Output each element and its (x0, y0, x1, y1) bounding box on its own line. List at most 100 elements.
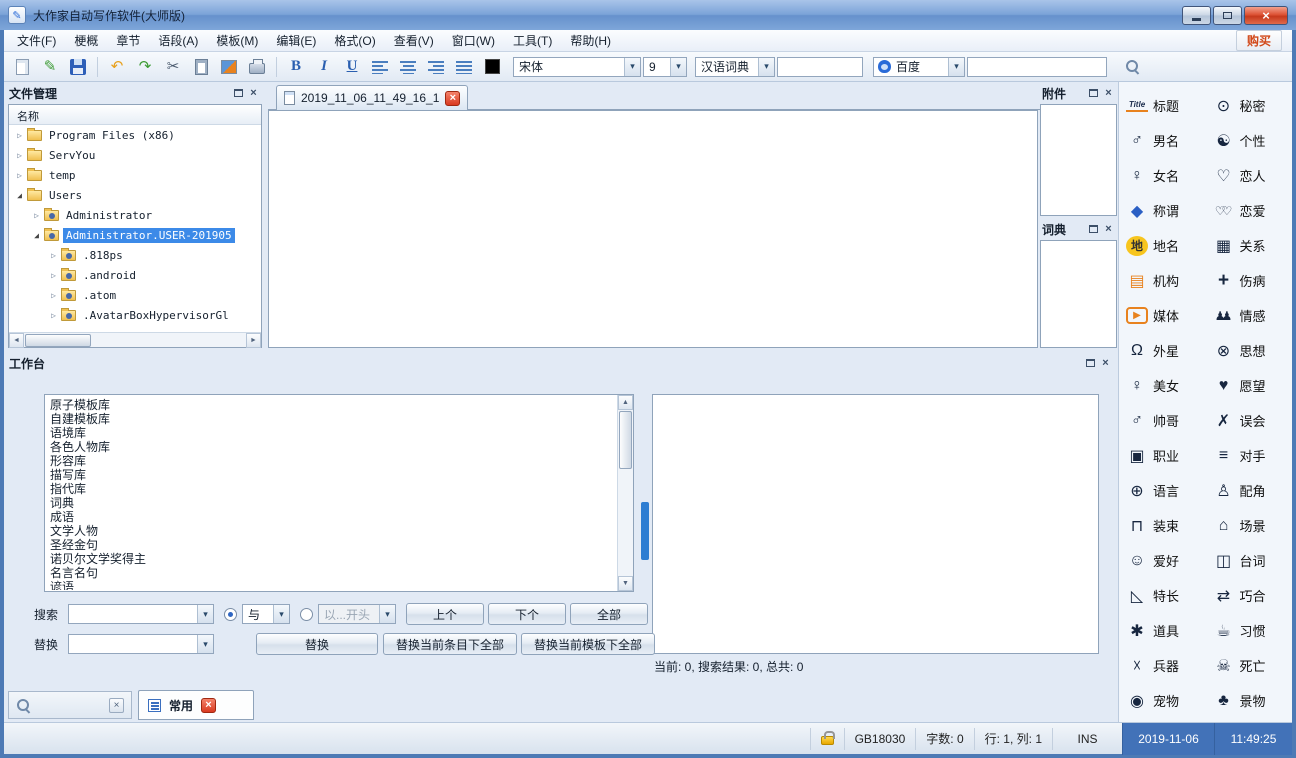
sidebar-item-relationship[interactable]: ▦关系 (1206, 228, 1293, 263)
tree-item[interactable]: ▷.AvatarBoxHypervisorGl (9, 305, 261, 325)
sidebar-item-title[interactable]: Title标题 (1119, 88, 1206, 123)
library-item[interactable]: 名言名句 (50, 566, 616, 580)
tree-item[interactable]: ◢Administrator.USER-201905 (9, 225, 261, 245)
close-search-tab-button[interactable]: × (109, 698, 124, 713)
match-mode-radio[interactable] (224, 608, 237, 621)
tab-common[interactable]: 常用 × (138, 690, 254, 720)
close-panel-button[interactable]: × (1101, 222, 1116, 236)
sidebar-item-thought[interactable]: ⊗思想 (1206, 333, 1293, 368)
tree-column-header[interactable]: 名称 (9, 105, 261, 125)
new-document-button[interactable] (9, 55, 35, 79)
sidebar-item-lover[interactable]: ♡恋人 (1206, 158, 1293, 193)
sidebar-item-death[interactable]: ☠死亡 (1206, 648, 1293, 683)
library-item[interactable]: 文学人物 (50, 524, 616, 538)
undo-button[interactable]: ↶ (104, 55, 130, 79)
tree-item[interactable]: ▷.818ps (9, 245, 261, 265)
document-tab[interactable]: 2019_11_06_11_49_16_1 × (276, 85, 468, 110)
expand-arrow-icon[interactable]: ▷ (47, 251, 60, 260)
sidebar-item-coincidence[interactable]: ⇄巧合 (1206, 578, 1293, 613)
sidebar-item-female-name[interactable]: ♀女名 (1119, 158, 1206, 193)
tree-item[interactable]: ▷Program Files (x86) (9, 125, 261, 145)
scroll-left-icon[interactable]: ◄ (9, 333, 24, 348)
tree-item[interactable]: ▷ServYou (9, 145, 261, 165)
result-view[interactable] (652, 394, 1099, 654)
font-family-select[interactable]: 宋体 (513, 57, 641, 77)
sidebar-item-alien[interactable]: Ω外星 (1119, 333, 1206, 368)
sidebar-item-place-name[interactable]: 地地名 (1119, 228, 1206, 263)
buy-button[interactable]: 购买 (1236, 30, 1282, 51)
sidebar-item-prop[interactable]: ✱道具 (1119, 613, 1206, 648)
sidebar-item-attire[interactable]: ⊓装束 (1119, 508, 1206, 543)
expand-arrow-icon[interactable]: ▷ (13, 151, 26, 160)
menu-item[interactable]: 查看(V) (385, 30, 443, 51)
align-center-button[interactable] (395, 55, 421, 79)
tree-item[interactable]: ▷temp (9, 165, 261, 185)
replace-button[interactable]: 替换 (256, 633, 378, 655)
font-size-select[interactable]: 9 (643, 57, 687, 77)
tree-item[interactable]: ▷.atom (9, 285, 261, 305)
sidebar-item-appellation[interactable]: ◆称谓 (1119, 193, 1206, 228)
library-item[interactable]: 诺贝尔文学奖得主 (50, 552, 616, 566)
sidebar-item-occupation[interactable]: ▣职业 (1119, 438, 1206, 473)
menu-item[interactable]: 模板(M) (207, 30, 267, 51)
replace-template-all-button[interactable]: 替换当前模板下全部 (521, 633, 655, 655)
sidebar-item-personality[interactable]: ☯个性 (1206, 123, 1293, 158)
tree-horizontal-scrollbar[interactable]: ◄ ► (9, 332, 261, 347)
align-left-button[interactable] (367, 55, 393, 79)
float-panel-button[interactable] (1086, 86, 1101, 100)
web-search-button[interactable] (1119, 55, 1145, 79)
expand-arrow-icon[interactable]: ▷ (47, 271, 60, 280)
menu-item[interactable]: 编辑(E) (267, 30, 325, 51)
align-right-button[interactable] (423, 55, 449, 79)
close-panel-button[interactable]: × (246, 86, 261, 100)
library-item[interactable]: 各色人物库 (50, 440, 616, 454)
library-item[interactable]: 指代库 (50, 482, 616, 496)
menu-item[interactable]: 梗概 (65, 30, 107, 51)
sidebar-item-pet[interactable]: ◉宠物 (1119, 683, 1206, 718)
paste-button[interactable] (188, 55, 214, 79)
float-panel-button[interactable] (1086, 222, 1101, 236)
sidebar-item-emotion[interactable]: ♟♟情感 (1206, 298, 1293, 333)
search-panel-tab[interactable]: × (8, 691, 132, 719)
previous-button[interactable]: 上个 (406, 603, 484, 625)
scrollbar-thumb[interactable] (25, 334, 91, 347)
library-item[interactable]: 描写库 (50, 468, 616, 482)
edit-button[interactable]: ✎ (37, 55, 63, 79)
sidebar-item-weapon[interactable]: ☓兵器 (1119, 648, 1206, 683)
scroll-down-icon[interactable]: ▼ (618, 576, 633, 591)
library-item[interactable]: 圣经金句 (50, 538, 616, 552)
sidebar-item-misunderstanding[interactable]: ✗误会 (1206, 403, 1293, 438)
library-item[interactable]: 自建模板库 (50, 412, 616, 426)
scroll-right-icon[interactable]: ► (246, 333, 261, 348)
menu-item[interactable]: 窗口(W) (443, 30, 504, 51)
sidebar-item-romance[interactable]: ♡♡恋爱 (1206, 193, 1293, 228)
close-panel-button[interactable]: × (1101, 86, 1116, 100)
cut-button[interactable]: ✂ (160, 55, 186, 79)
sidebar-item-rival[interactable]: ≡对手 (1206, 438, 1293, 473)
menu-item[interactable]: 工具(T) (504, 30, 561, 51)
match-mode-select[interactable]: 与 (242, 604, 290, 624)
sidebar-item-language[interactable]: ⊕语言 (1119, 473, 1206, 508)
save-button[interactable] (65, 55, 91, 79)
expand-arrow-icon[interactable]: ▷ (47, 311, 60, 320)
sidebar-item-hobby[interactable]: ☺爱好 (1119, 543, 1206, 578)
scroll-up-icon[interactable]: ▲ (618, 395, 633, 410)
sidebar-item-media[interactable]: ▶媒体 (1119, 298, 1206, 333)
menu-item[interactable]: 文件(F) (8, 30, 65, 51)
close-panel-button[interactable]: × (1098, 356, 1113, 370)
expand-arrow-icon[interactable]: ▷ (30, 211, 43, 220)
sidebar-item-dialogue[interactable]: ◫台词 (1206, 543, 1293, 578)
float-panel-button[interactable] (1083, 356, 1098, 370)
sidebar-item-supporting-role[interactable]: ♙配角 (1206, 473, 1293, 508)
splitter-handle[interactable] (641, 502, 649, 560)
format-painter-button[interactable] (216, 55, 242, 79)
close-common-tab-button[interactable]: × (201, 698, 216, 713)
starts-with-select[interactable]: 以...开头 (318, 604, 396, 624)
menu-item[interactable]: 格式(O) (325, 30, 384, 51)
library-item[interactable]: 语境库 (50, 426, 616, 440)
sidebar-item-habit[interactable]: ☕习惯 (1206, 613, 1293, 648)
replace-entry-all-button[interactable]: 替换当前条目下全部 (383, 633, 517, 655)
tree-item[interactable]: ▷Administrator (9, 205, 261, 225)
sidebar-item-beauty[interactable]: ♀美女 (1119, 368, 1206, 403)
close-document-button[interactable]: × (445, 91, 460, 106)
